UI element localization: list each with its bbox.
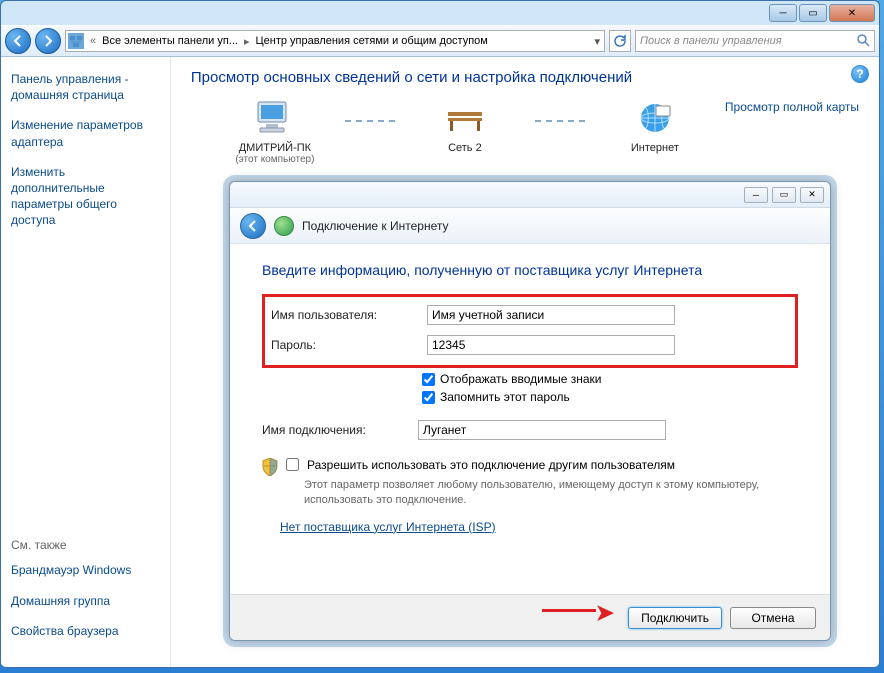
node-internet: Интернет (595, 100, 715, 154)
globe-icon (634, 100, 676, 138)
node-net-label: Сеть 2 (405, 142, 525, 154)
navigation-bar: « Все элементы панели уп... ▸ Центр упра… (1, 25, 879, 57)
dialog-titlebar: ─ ▭ ✕ (230, 182, 830, 208)
see-also-section: См. также Брандмауэр Windows Домашняя гр… (11, 538, 160, 653)
dialog-minimize-button[interactable]: ─ (744, 187, 768, 203)
sidebar: Панель управления - домашняя страница Из… (1, 57, 171, 667)
sidebar-homegroup-link[interactable]: Домашняя группа (11, 593, 160, 609)
dialog-heading: Введите информацию, полученную от постав… (262, 262, 798, 278)
sidebar-sharing-link[interactable]: Изменить дополнительные параметры общего… (11, 164, 160, 229)
see-also-title: См. также (11, 538, 160, 552)
node-this-pc: ДМИТРИЙ-ПК (этот компьютер) (215, 100, 335, 165)
network-center-icon (68, 33, 84, 49)
chevron-down-icon[interactable]: ▾ (592, 35, 602, 48)
window-titlebar: ─ ▭ ✕ (1, 1, 879, 25)
dialog-maximize-button[interactable]: ▭ (772, 187, 796, 203)
search-input[interactable]: Поиск в панели управления (635, 30, 875, 52)
remember-row: Запомнить этот пароль (422, 390, 798, 404)
arrow-left-icon (247, 220, 259, 232)
password-row: Пароль: (271, 335, 789, 355)
dialog-header: Подключение к Интернету (230, 208, 830, 244)
cancel-button[interactable]: Отмена (730, 607, 816, 629)
allow-others-description: Этот параметр позволяет любому пользоват… (304, 478, 798, 508)
annotation-highlight: Имя пользователя: Пароль: (262, 294, 798, 368)
refresh-button[interactable] (609, 30, 631, 52)
sidebar-browser-link[interactable]: Свойства браузера (11, 623, 160, 639)
help-icon[interactable]: ? (851, 65, 869, 83)
connection-name-input[interactable] (418, 420, 666, 440)
nav-back-button[interactable] (5, 28, 31, 54)
dialog-body: Введите информацию, полученную от постав… (230, 244, 830, 542)
sidebar-home-link[interactable]: Панель управления - домашняя страница (11, 71, 160, 103)
username-input[interactable] (427, 305, 675, 325)
connection-line (345, 120, 395, 122)
allow-others-label: Разрешить использовать это подключение д… (307, 458, 675, 472)
allow-others-row: Разрешить использовать это подключение д… (262, 458, 798, 476)
bench-icon (444, 100, 486, 138)
show-chars-row: Отображать вводимые знаки (422, 372, 798, 386)
show-chars-label: Отображать вводимые знаки (440, 372, 601, 386)
search-placeholder: Поиск в панели управления (640, 35, 782, 47)
arrow-left-icon (12, 35, 24, 47)
control-panel-window: ─ ▭ ✕ « Все элементы панели уп... ▸ Цент… (0, 0, 880, 668)
remember-checkbox[interactable] (422, 391, 435, 404)
no-isp-link[interactable]: Нет поставщика услуг Интернета (ISP) (280, 520, 798, 534)
show-chars-checkbox[interactable] (422, 373, 435, 386)
close-button[interactable]: ✕ (829, 4, 875, 22)
dialog-close-button[interactable]: ✕ (800, 187, 824, 203)
node-pc-label: ДМИТРИЙ-ПК (215, 142, 335, 154)
minimize-button[interactable]: ─ (769, 4, 797, 22)
username-label: Имя пользователя: (271, 308, 427, 322)
network-map: ДМИТРИЙ-ПК (этот компьютер) Сеть 2 Интер… (191, 100, 859, 165)
connection-line (535, 120, 585, 122)
page-title: Просмотр основных сведений о сети и наст… (191, 69, 859, 86)
address-breadcrumb[interactable]: « Все элементы панели уп... ▸ Центр упра… (65, 30, 605, 52)
connection-name-row: Имя подключения: (262, 420, 798, 440)
username-row: Имя пользователя: (271, 305, 789, 325)
remember-label: Запомнить этот пароль (440, 390, 570, 404)
computer-icon (254, 100, 296, 138)
connect-to-internet-dialog: ─ ▭ ✕ Подключение к Интернету Введите ин… (229, 181, 831, 641)
node-pc-sublabel: (этот компьютер) (215, 154, 335, 165)
node-network: Сеть 2 (405, 100, 525, 154)
dialog-title: Подключение к Интернету (302, 219, 449, 233)
dialog-footer: ➤ Подключить Отмена (230, 594, 830, 640)
refresh-icon (613, 34, 627, 48)
globe-icon (274, 216, 294, 236)
arrow-right-icon (42, 35, 54, 47)
shield-icon (262, 458, 278, 476)
password-label: Пароль: (271, 338, 427, 352)
breadcrumb-part-2[interactable]: Центр управления сетями и общим доступом (255, 35, 487, 47)
sidebar-adapter-link[interactable]: Изменение параметров адаптера (11, 117, 160, 149)
annotation-arrow-icon: ➤ (596, 600, 614, 626)
allow-others-checkbox[interactable] (286, 458, 299, 471)
dialog-back-button[interactable] (240, 213, 266, 239)
search-icon[interactable] (856, 33, 870, 50)
connect-button[interactable]: Подключить (628, 607, 722, 629)
sidebar-firewall-link[interactable]: Брандмауэр Windows (11, 562, 160, 578)
view-full-map-link[interactable]: Просмотр полной карты (725, 100, 859, 114)
maximize-button[interactable]: ▭ (799, 4, 827, 22)
node-internet-label: Интернет (595, 142, 715, 154)
nav-forward-button[interactable] (35, 28, 61, 54)
breadcrumb-part-1[interactable]: Все элементы панели уп... (102, 35, 238, 47)
connection-name-label: Имя подключения: (262, 423, 418, 437)
password-input[interactable] (427, 335, 675, 355)
